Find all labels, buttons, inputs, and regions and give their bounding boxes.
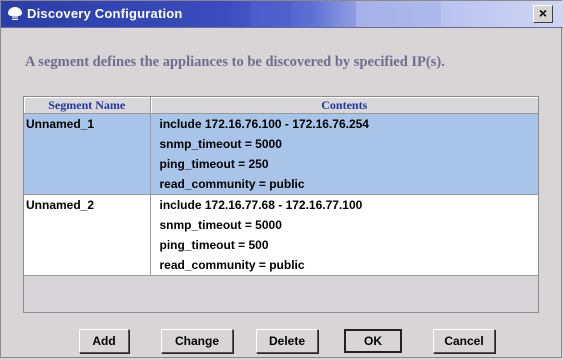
contents-line: ping_timeout = 500 — [159, 238, 269, 252]
segment-name: Unnamed_1 — [26, 117, 95, 131]
segment-name: Unnamed_2 — [26, 198, 95, 212]
segments-table[interactable]: Segment Name Contents Unnamed_1 include … — [23, 96, 539, 313]
contents-line: ping_timeout = 250 — [159, 157, 269, 171]
contents-line: read_community = public — [159, 177, 305, 191]
window-title: Discovery Configuration — [27, 6, 183, 21]
contents-line: read_community = public — [159, 258, 305, 272]
contents-line: snmp_timeout = 5000 — [159, 218, 282, 232]
table-row[interactable]: Unnamed_2 include 172.16.77.68 - 172.16.… — [24, 194, 538, 276]
table-header-row: Segment Name Contents — [24, 97, 538, 114]
button-bar: Add Change Delete OK Cancel — [1, 329, 563, 353]
discovery-configuration-dialog: Discovery Configuration × A segment defi… — [0, 0, 563, 358]
column-header-segment-name[interactable]: Segment Name — [24, 97, 151, 114]
add-button[interactable]: Add — [79, 329, 129, 353]
title-bar-band — [356, 1, 441, 27]
ok-button[interactable]: OK — [344, 329, 402, 353]
app-logo-icon — [8, 7, 22, 20]
contents-line: include 172.16.76.100 - 172.16.76.254 — [159, 117, 369, 131]
delete-button[interactable]: Delete — [256, 329, 318, 353]
title-bar-band — [251, 1, 291, 27]
cancel-button[interactable]: Cancel — [433, 329, 495, 353]
table-row[interactable]: Unnamed_1 include 172.16.76.100 - 172.16… — [24, 113, 538, 195]
description-text: A segment defines the appliances to be d… — [25, 54, 445, 70]
segment-name-cell[interactable]: Unnamed_1 — [24, 113, 151, 195]
close-button[interactable]: × — [533, 5, 553, 23]
change-button[interactable]: Change — [161, 329, 233, 353]
contents-line: snmp_timeout = 5000 — [159, 137, 282, 151]
contents-cell[interactable]: include 172.16.77.68 - 172.16.77.100 snm… — [150, 194, 538, 276]
segment-name-cell[interactable]: Unnamed_2 — [24, 194, 151, 276]
contents-cell[interactable]: include 172.16.76.100 - 172.16.76.254 sn… — [150, 113, 538, 195]
contents-line: include 172.16.77.68 - 172.16.77.100 — [159, 198, 363, 212]
title-bar[interactable]: Discovery Configuration × — [1, 1, 563, 28]
column-header-contents[interactable]: Contents — [150, 97, 538, 114]
close-icon: × — [538, 5, 548, 21]
